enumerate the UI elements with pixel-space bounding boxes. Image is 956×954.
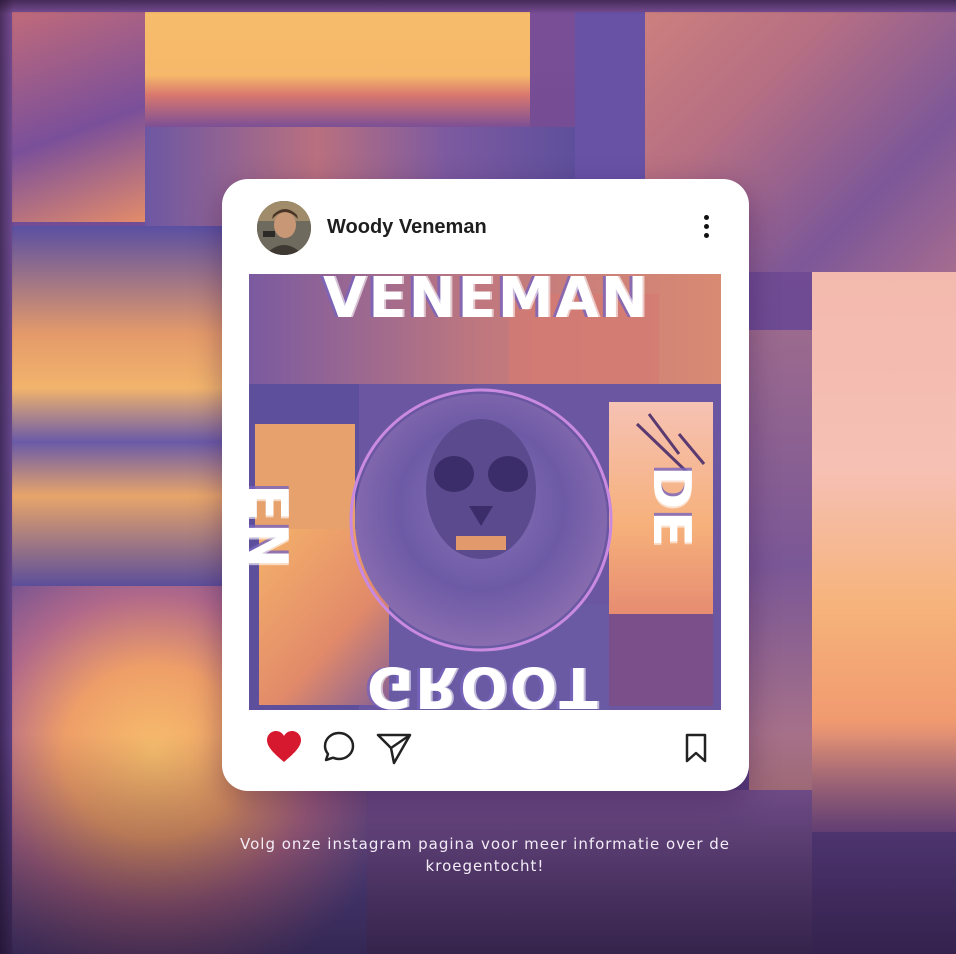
post-artwork[interactable]: VENEMAN GROOT EN DE: [249, 274, 721, 710]
instagram-caption: Volg onze instagram pagina voor meer inf…: [240, 835, 730, 875]
artwork-word-bottom: GROOT: [367, 654, 600, 710]
bg-tile-tree: [812, 272, 956, 832]
bg-tile-fish: [12, 226, 222, 586]
post-actions: [222, 724, 749, 774]
post-username[interactable]: Woody Veneman: [327, 216, 487, 239]
avatar-image: [257, 201, 311, 255]
bg-tile-right-mid: [749, 330, 812, 800]
artwork-word-top: VENEMAN: [323, 274, 650, 331]
avatar[interactable]: [257, 201, 311, 255]
comment-icon[interactable]: [322, 730, 356, 764]
more-vertical-icon[interactable]: [694, 215, 718, 245]
bookmark-icon[interactable]: [683, 733, 709, 763]
artwork-word-left: EN: [249, 484, 299, 571]
bg-tile-desert: [145, 12, 530, 127]
send-icon[interactable]: [375, 730, 413, 766]
post-card: Woody Veneman VENEMAN GROOT EN DE: [222, 179, 749, 791]
heart-icon[interactable]: [266, 730, 302, 764]
artwork-word-right: DE: [641, 466, 701, 549]
bg-tile-top-left: [12, 12, 147, 222]
bg-tile-blue-strip: [575, 12, 645, 192]
